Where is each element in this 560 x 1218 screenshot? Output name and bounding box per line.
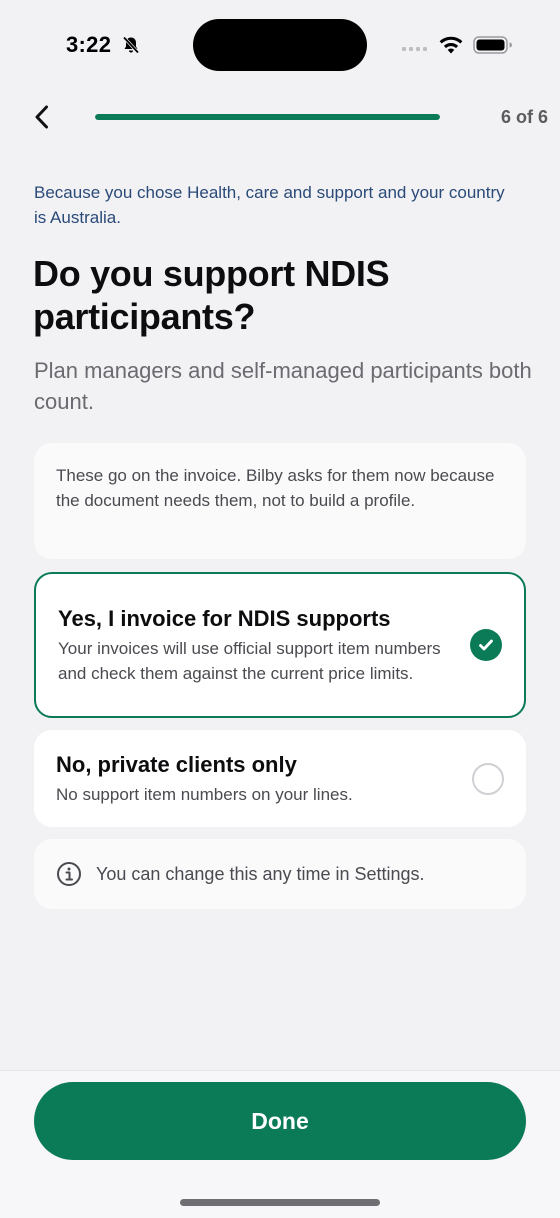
progress-fill	[95, 114, 440, 120]
note-text: You can change this any time in Settings…	[96, 863, 425, 884]
info-card: These go on the invoice. Bilby asks for …	[34, 443, 526, 559]
page-subtitle: Plan managers and self-managed participa…	[34, 358, 532, 414]
status-bar: 3:22	[0, 0, 560, 90]
option-text: Yes, I invoice for NDIS supports Your in…	[58, 604, 452, 686]
option-no-private[interactable]: No, private clients only No support item…	[34, 730, 526, 827]
radio-unselected-icon	[472, 762, 504, 795]
step-counter: 6 of 6	[500, 107, 548, 127]
wifi-icon	[439, 36, 463, 54]
info-text: These go on the invoice. Bilby asks for …	[56, 466, 495, 510]
option-description: Your invoices will use official support …	[58, 639, 441, 683]
bell-slash-icon	[122, 36, 140, 54]
battery-icon	[473, 36, 512, 54]
dynamic-island	[193, 19, 367, 71]
option-description: No support item numbers on your lines.	[56, 785, 353, 804]
back-button[interactable]	[28, 102, 56, 132]
screen: 3:22 6 of 6 Because you chose Health, ca…	[0, 0, 560, 1218]
home-indicator	[180, 1199, 380, 1206]
option-yes-ndis[interactable]: Yes, I invoice for NDIS supports Your in…	[34, 572, 526, 718]
reason-text: Because you chose Health, care and suppo…	[34, 183, 505, 227]
status-time: 3:22	[66, 32, 112, 57]
info-circle-icon	[57, 862, 81, 886]
option-text: No, private clients only No support item…	[56, 750, 454, 807]
option-title: Yes, I invoice for NDIS supports	[58, 606, 391, 631]
checkmark-icon	[470, 629, 502, 661]
chevron-left-icon	[35, 105, 48, 129]
done-button[interactable]: Done	[34, 1082, 526, 1160]
settings-note: You can change this any time in Settings…	[34, 839, 526, 909]
option-title: No, private clients only	[56, 752, 297, 777]
page-title: Do you support NDIS participants?	[33, 253, 390, 337]
signal-icon	[402, 47, 427, 51]
progress-bar	[95, 114, 440, 120]
